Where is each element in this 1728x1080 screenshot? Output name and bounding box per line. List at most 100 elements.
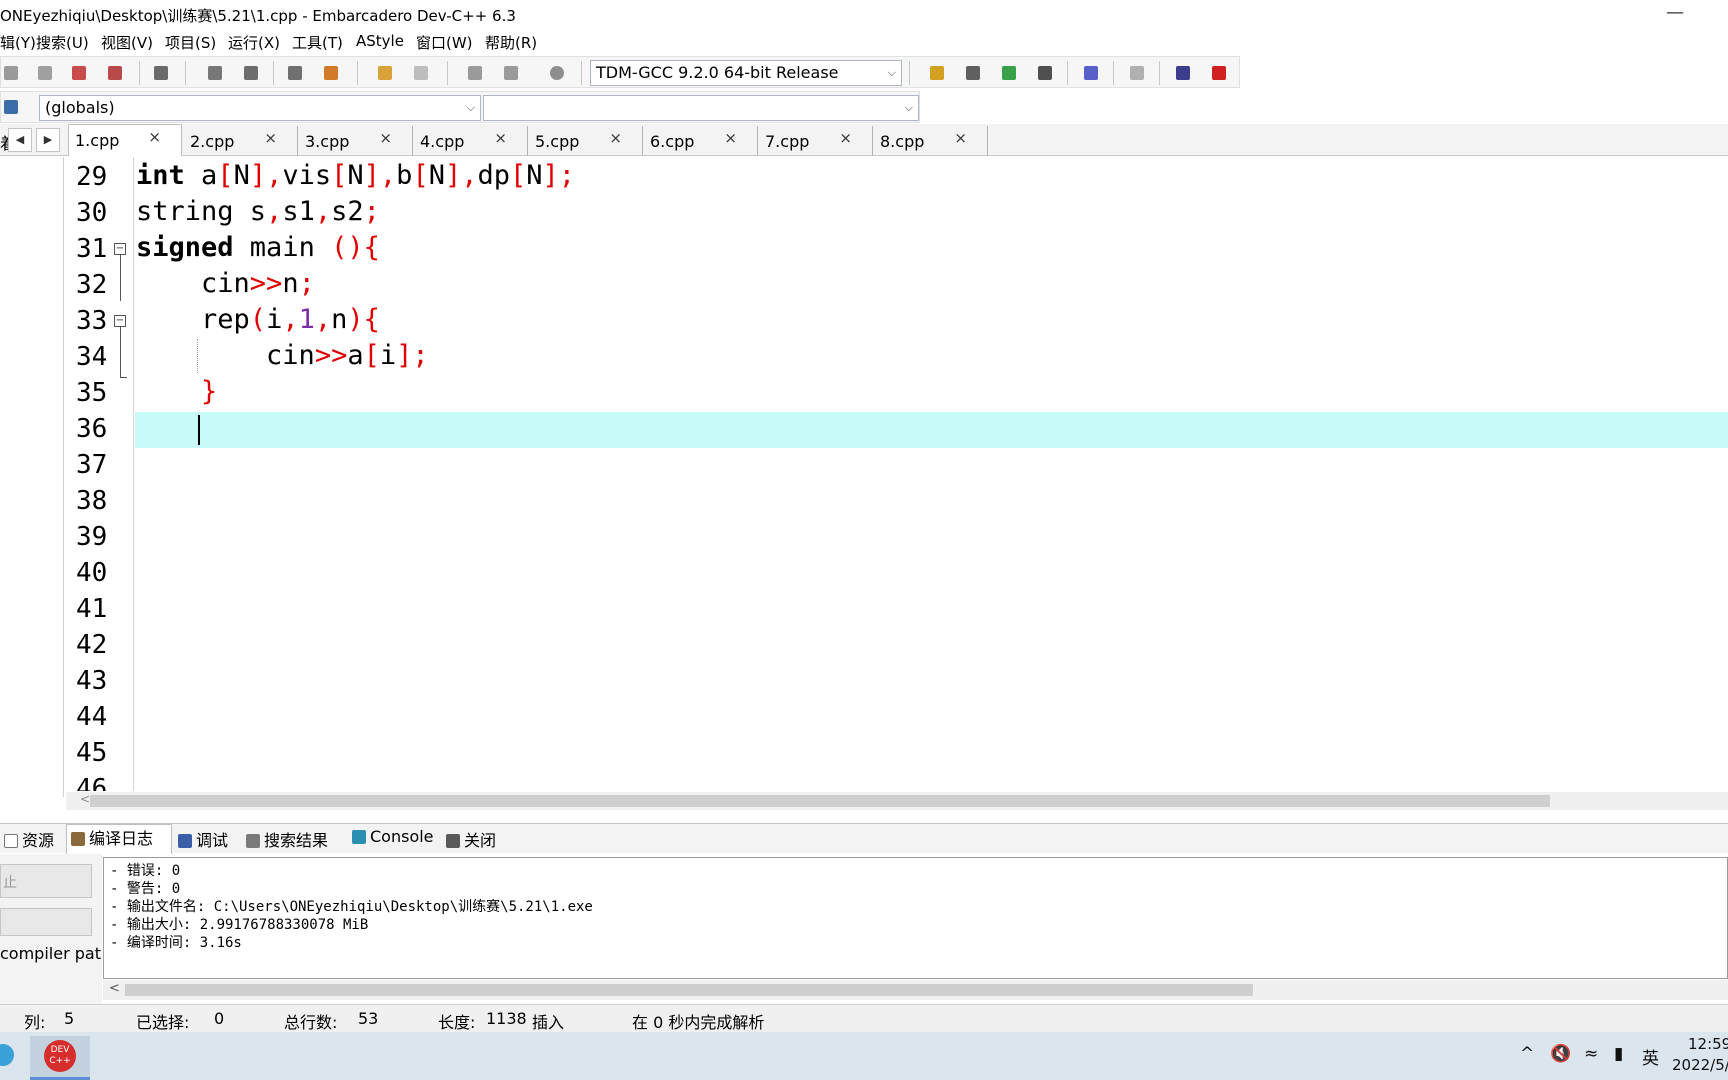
log-horizontal-scrollbar[interactable]: < <box>103 980 1728 1000</box>
browser-icon[interactable] <box>0 1044 14 1066</box>
profile-chart-icon[interactable] <box>1173 63 1193 83</box>
replace-icon[interactable] <box>241 63 261 83</box>
class-browser-icon[interactable] <box>1 97 21 117</box>
tab-3-cpp[interactable]: 3.cpp × <box>299 126 413 156</box>
scrollbar-thumb[interactable] <box>125 984 1253 996</box>
close-icon[interactable]: × <box>839 129 852 147</box>
close-icon[interactable]: × <box>954 129 967 147</box>
tray-chevron-icon[interactable]: ^ <box>1520 1044 1534 1064</box>
code-line-30: string s,s1,s2; <box>136 196 380 227</box>
close-file-icon[interactable] <box>69 63 89 83</box>
tab-5-cpp[interactable]: 5.cpp × <box>529 126 643 156</box>
close-icon[interactable]: × <box>724 129 737 147</box>
ime-indicator[interactable]: 英 <box>1642 1044 1659 1069</box>
rebuild-icon[interactable] <box>1035 63 1055 83</box>
line-number: 35 <box>76 378 108 408</box>
indent-icon[interactable] <box>321 63 341 83</box>
battery-icon[interactable]: ▮ <box>1614 1044 1623 1064</box>
secondary-button[interactable] <box>0 908 92 936</box>
menu-run[interactable]: 运行(X) <box>228 32 280 53</box>
stop-execution-icon[interactable] <box>1127 63 1147 83</box>
run-icon[interactable] <box>963 63 983 83</box>
clock-time[interactable]: 12:59 <box>1688 1035 1728 1053</box>
tab-scroll-left-icon[interactable]: ◀ <box>8 128 32 152</box>
tab-resources[interactable]: 资源 <box>0 827 64 853</box>
member-select[interactable]: ⌵ <box>483 95 919 121</box>
find-icon[interactable] <box>205 63 225 83</box>
tab-compile-log[interactable]: 编译日志 <box>66 824 172 854</box>
compile-run-icon[interactable] <box>999 63 1019 83</box>
menu-view[interactable]: 视图(V) <box>101 32 153 53</box>
close-all-icon[interactable] <box>105 63 125 83</box>
tab-console[interactable]: Console <box>348 827 440 853</box>
close-icon[interactable]: × <box>609 129 622 147</box>
search-icon <box>246 834 260 848</box>
project-pane[interactable] <box>0 157 64 797</box>
scrollbar-thumb[interactable] <box>90 795 1550 807</box>
tab-4-cpp[interactable]: 4.cpp × <box>414 126 528 156</box>
scroll-left-arrow-icon[interactable]: < <box>80 792 90 806</box>
menu-help[interactable]: 帮助(R) <box>485 32 537 53</box>
minimize-button[interactable]: — <box>1666 2 1684 23</box>
devcpp-icon: DEV C++ <box>44 1040 76 1072</box>
tab-1-cpp[interactable]: 1.cpp × <box>68 124 182 156</box>
save-icon[interactable] <box>1 63 21 83</box>
tab-label: 关闭 <box>464 831 497 850</box>
back-icon[interactable] <box>465 63 485 83</box>
tab-label: 8.cpp <box>880 132 925 151</box>
code-editor[interactable]: 29 30 31 32 33 34 35 36 37 38 39 40 41 4… <box>66 157 1728 791</box>
bookmark-icon[interactable] <box>547 63 567 83</box>
line-number: 42 <box>76 630 108 660</box>
clock-date[interactable]: 2022/5/ <box>1672 1056 1728 1074</box>
scroll-left-arrow-icon[interactable]: < <box>109 981 120 996</box>
forward-icon[interactable] <box>501 63 521 83</box>
menu-window[interactable]: 窗口(W) <box>416 32 473 53</box>
close-icon[interactable]: × <box>148 128 161 146</box>
code-line-34: cin>>a[i]; <box>136 340 429 371</box>
code-line-33: rep(i,1,n){ <box>136 304 380 335</box>
compiler-select[interactable]: TDM-GCC 9.2.0 64-bit Release ⌵ <box>590 60 902 86</box>
scope-select[interactable]: (globals) ⌵ <box>39 95 481 121</box>
tab-8-cpp[interactable]: 8.cpp × <box>874 126 988 156</box>
undo-icon[interactable] <box>375 63 395 83</box>
print-icon[interactable] <box>151 63 171 83</box>
tab-2-cpp[interactable]: 2.cpp × <box>184 126 298 156</box>
line-number: 45 <box>76 738 108 768</box>
tab-debug[interactable]: 调试 <box>174 827 240 853</box>
close-icon[interactable]: × <box>379 129 392 147</box>
compile-icon[interactable] <box>927 63 947 83</box>
fold-toggle-icon[interactable]: − <box>114 243 126 255</box>
status-insert-mode: 插入 <box>532 1013 565 1032</box>
menu-edit[interactable]: 辑(Y) <box>0 32 36 53</box>
menu-astyle[interactable]: AStyle <box>356 32 404 50</box>
close-icon[interactable]: × <box>264 129 277 147</box>
code-line-29: int a[N],vis[N],b[N],dp[N]; <box>136 160 576 191</box>
menu-search[interactable]: 搜索(U) <box>36 32 89 53</box>
check-syntax-icon[interactable] <box>1081 63 1101 83</box>
abort-compilation-button[interactable]: 止 <box>0 864 92 898</box>
delete-profile-icon[interactable] <box>1209 63 1229 83</box>
tab-search-results[interactable]: 搜索结果 <box>242 827 346 853</box>
compile-log-output[interactable]: - 错误: 0 - 警告: 0 - 输出文件名: C:\Users\ONEyez… <box>103 857 1728 979</box>
volume-muted-icon[interactable]: 🔇 <box>1550 1044 1571 1064</box>
save-all-icon[interactable] <box>35 63 55 83</box>
line-number: 46 <box>76 774 108 791</box>
menu-tools[interactable]: 工具(T) <box>292 32 343 53</box>
fold-toggle-icon[interactable]: − <box>114 315 126 327</box>
close-icon[interactable]: × <box>494 129 507 147</box>
goto-line-icon[interactable] <box>285 63 305 83</box>
taskbar-devcpp[interactable]: DEV C++ <box>30 1036 90 1080</box>
line-number: 36 <box>76 414 108 444</box>
tab-close-panel[interactable]: 关闭 <box>442 827 508 853</box>
editor-horizontal-scrollbar[interactable]: < <box>66 792 1728 810</box>
line-number: 43 <box>76 666 108 696</box>
menu-project[interactable]: 项目(S) <box>165 32 216 53</box>
tab-scroll-right-icon[interactable]: ▶ <box>36 128 60 152</box>
code-line-31: signed main (){ <box>136 232 380 263</box>
chevron-down-icon: ⌵ <box>887 66 896 79</box>
tab-7-cpp[interactable]: 7.cpp × <box>759 126 873 156</box>
wifi-icon[interactable]: ≈ <box>1584 1044 1598 1064</box>
bottom-panel-tabs: 资源 编译日志 调试 搜索结果 Console 关闭 <box>0 823 1728 854</box>
redo-icon[interactable] <box>411 63 431 83</box>
tab-6-cpp[interactable]: 6.cpp × <box>644 126 758 156</box>
